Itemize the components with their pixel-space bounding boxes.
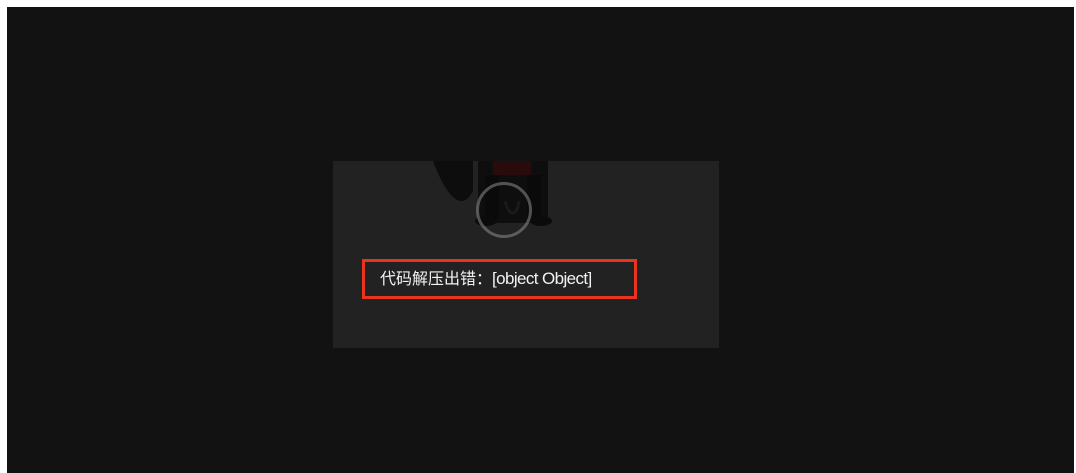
- loading-spinner-icon: [476, 182, 532, 238]
- error-value: [object Object]: [492, 269, 592, 288]
- app-viewport: 代码解压出错：[object Object]: [7, 7, 1074, 473]
- error-message: 代码解压出错：[object Object]: [380, 267, 592, 291]
- loading-panel: 代码解压出错：[object Object]: [333, 161, 719, 348]
- error-label: 代码解压出错：: [380, 269, 493, 288]
